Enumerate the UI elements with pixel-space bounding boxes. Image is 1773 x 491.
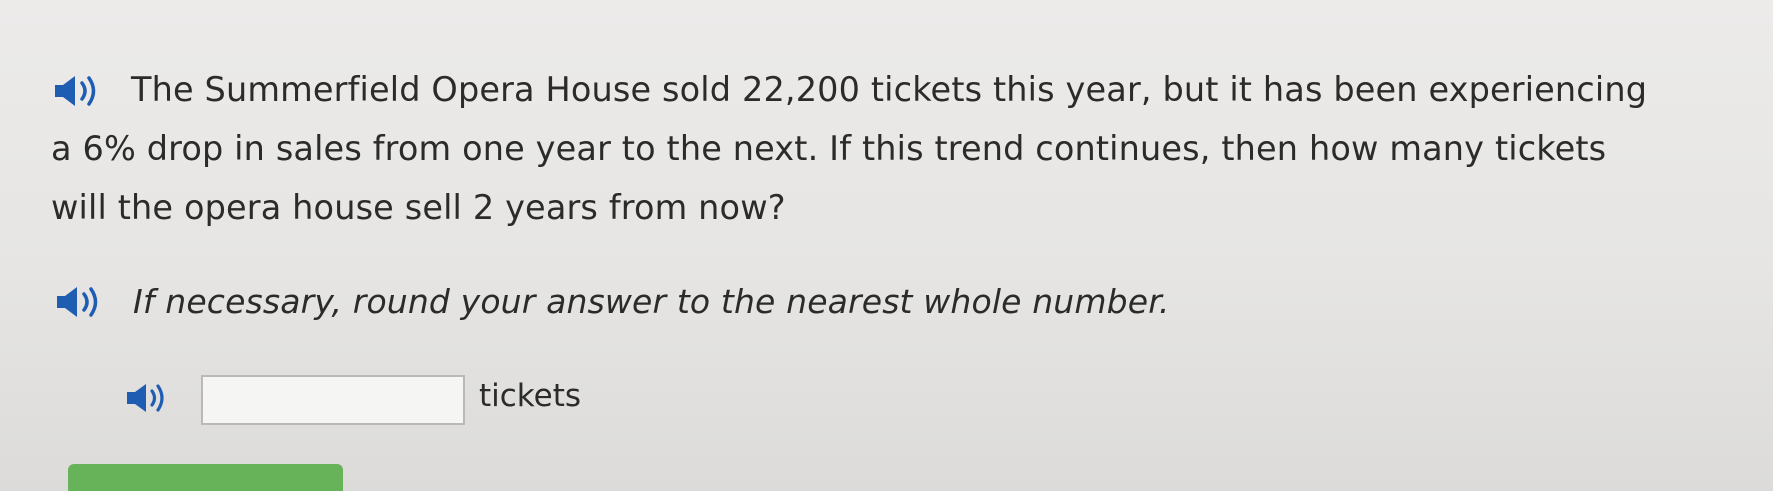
- answer-speaker-icon[interactable]: [124, 381, 176, 415]
- hint-speaker-icon[interactable]: [53, 284, 111, 320]
- question-text-line-1: The Summerfield Opera House sold 22,200 …: [131, 70, 1648, 109]
- rounding-hint: If necessary, round your answer to the n…: [133, 282, 1170, 321]
- question-text-line-3: will the opera house sell 2 years from n…: [51, 188, 786, 227]
- answer-unit-label: tickets: [479, 378, 582, 414]
- question-speaker-icon[interactable]: [51, 73, 109, 109]
- answer-input[interactable]: [201, 375, 465, 425]
- check-button[interactable]: [68, 464, 343, 491]
- question-text-line-2: a 6% drop in sales from one year to the …: [51, 129, 1607, 168]
